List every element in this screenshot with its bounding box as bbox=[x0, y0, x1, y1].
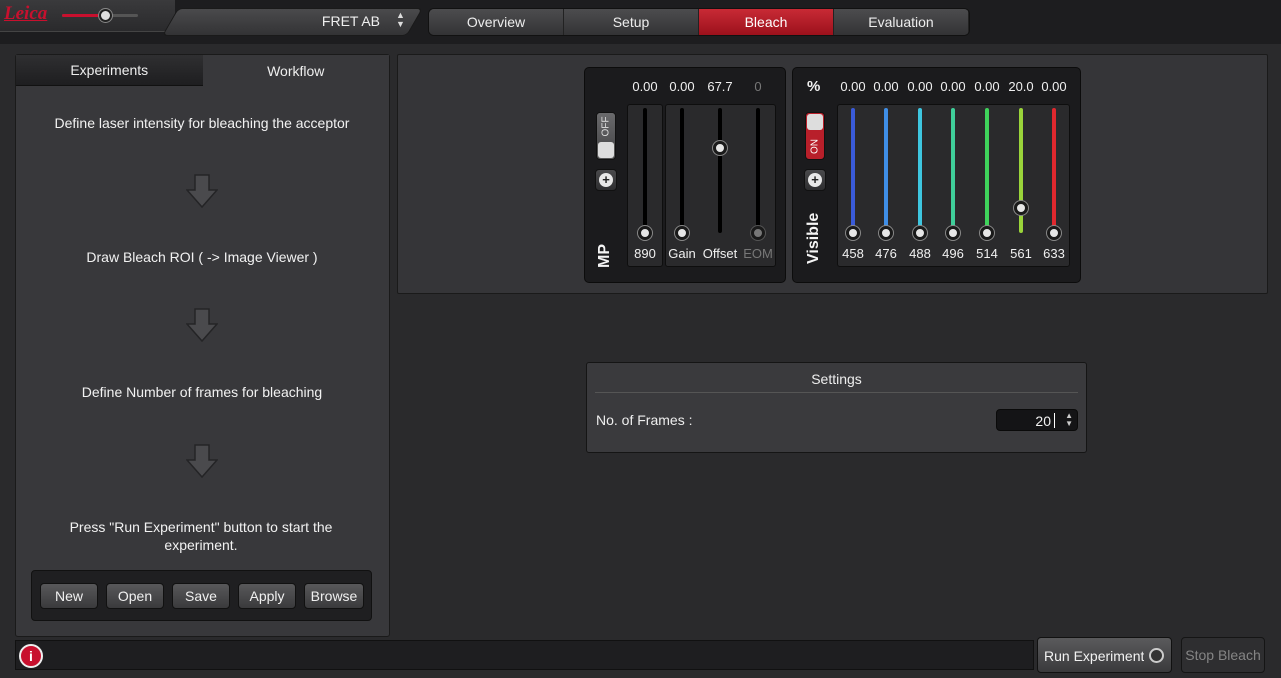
mp-eom-value: 0 bbox=[754, 79, 762, 94]
frames-value[interactable]: 20 bbox=[1035, 413, 1051, 429]
visible-power-toggle[interactable]: ON bbox=[805, 112, 825, 160]
mp-laser-box: OFF + MP 0.00 890 0.00 Gain 67.7 Offset 0 EOM bbox=[584, 67, 786, 283]
visible-toggle-label: ON bbox=[809, 139, 821, 154]
frames-stepper[interactable]: 20 ▲ ▼ bbox=[996, 409, 1078, 431]
plus-icon: + bbox=[808, 173, 822, 187]
status-led-icon bbox=[1149, 648, 1164, 663]
mp-890-slider[interactable] bbox=[643, 108, 647, 233]
stop-bleach-button[interactable]: Stop Bleach bbox=[1181, 637, 1265, 673]
visible-add-button[interactable]: + bbox=[804, 169, 826, 191]
left-panel: Experiments Workflow Define laser intens… bbox=[15, 54, 390, 637]
divider bbox=[595, 392, 1078, 393]
arrow-down-icon bbox=[186, 308, 218, 342]
workflow-step-4: Press "Run Experiment" button to start t… bbox=[69, 519, 333, 553]
frames-label: No. of Frames : bbox=[596, 412, 693, 428]
laser-514-slider-knob[interactable] bbox=[980, 226, 994, 240]
slider-knob[interactable] bbox=[99, 9, 112, 22]
step-bleach[interactable]: Bleach bbox=[699, 9, 834, 35]
mp-gain-slider[interactable] bbox=[680, 108, 684, 233]
workflow-step-3: Define Number of frames for bleaching bbox=[81, 384, 323, 400]
save-button[interactable]: Save bbox=[172, 583, 230, 609]
laser-633-label: 633 bbox=[1043, 246, 1065, 261]
logo-area: Leica bbox=[0, 0, 175, 32]
laser-514-slider[interactable] bbox=[985, 108, 989, 233]
info-icon[interactable]: i bbox=[19, 644, 43, 668]
laser-488-slider-knob[interactable] bbox=[913, 226, 927, 240]
select-spin-icon[interactable]: ▲ ▼ bbox=[396, 11, 405, 29]
run-experiment-label: Run Experiment bbox=[1044, 648, 1144, 664]
visible-panel-title: Visible bbox=[805, 212, 822, 264]
step-evaluation[interactable]: Evaluation bbox=[834, 9, 969, 35]
mp-eom-slider[interactable] bbox=[756, 108, 760, 233]
mp-panel-title: MP bbox=[596, 244, 613, 268]
workflow-step-2: Draw Bleach ROI ( -> Image Viewer ) bbox=[86, 249, 318, 265]
settings-panel: Settings No. of Frames : 20 ▲ ▼ bbox=[586, 362, 1087, 453]
step-overview[interactable]: Overview bbox=[429, 9, 564, 35]
laser-458-slider-knob[interactable] bbox=[846, 226, 860, 240]
stepper-arrows-icon[interactable]: ▲ ▼ bbox=[1065, 412, 1073, 428]
mp-power-toggle[interactable]: OFF bbox=[596, 112, 616, 160]
arrow-down-icon bbox=[186, 444, 218, 478]
laser-496-slider[interactable] bbox=[951, 108, 955, 233]
mp-eom-slider-knob[interactable] bbox=[751, 226, 765, 240]
mp-890-value: 0.00 bbox=[632, 79, 658, 94]
laser-561-slider-knob[interactable] bbox=[1014, 201, 1028, 215]
brightness-slider[interactable] bbox=[62, 9, 138, 22]
laser-control-panel: OFF + MP 0.00 890 0.00 Gain 67.7 Offset 0 EOM %… bbox=[397, 54, 1268, 294]
arrow-down-icon bbox=[186, 174, 218, 208]
mp-gain-slider-knob[interactable] bbox=[675, 226, 689, 240]
laser-488-slider[interactable] bbox=[918, 108, 922, 233]
configuration-select-value[interactable]: FRET AB bbox=[300, 13, 380, 29]
plus-icon: + bbox=[599, 173, 613, 187]
workflow-step-1: Define laser intensity for bleaching the… bbox=[54, 115, 350, 131]
workflow-steps: Overview Setup Bleach Evaluation bbox=[428, 8, 970, 36]
configuration-select-frame[interactable] bbox=[161, 8, 424, 36]
tab-workflow[interactable]: Workflow bbox=[202, 55, 389, 86]
mp-890-slider-knob[interactable] bbox=[638, 226, 652, 240]
mp-gain-value: 0.00 bbox=[669, 79, 695, 94]
percent-unit-label: % bbox=[807, 78, 821, 95]
mp-offset-value: 67.7 bbox=[707, 79, 733, 94]
laser-633-slider[interactable] bbox=[1052, 108, 1056, 233]
status-bar: i bbox=[15, 640, 1034, 670]
laser-496-slider-knob[interactable] bbox=[946, 226, 960, 240]
text-caret bbox=[1054, 413, 1055, 428]
browse-button[interactable]: Browse bbox=[304, 583, 364, 609]
mp-toggle-label: OFF bbox=[600, 116, 612, 137]
left-tabs: Experiments Workflow bbox=[16, 55, 389, 86]
apply-button[interactable]: Apply bbox=[238, 583, 296, 609]
mp-offset-slider[interactable] bbox=[718, 108, 722, 233]
leica-logo: Leica bbox=[4, 3, 48, 24]
laser-458-slider[interactable] bbox=[851, 108, 855, 233]
laser-633-slider-knob[interactable] bbox=[1047, 226, 1061, 240]
new-button[interactable]: New bbox=[40, 583, 98, 609]
laser-633-value: 0.00 bbox=[1041, 79, 1067, 94]
open-button[interactable]: Open bbox=[106, 583, 164, 609]
run-experiment-button[interactable]: Run Experiment bbox=[1037, 637, 1172, 673]
visible-laser-box: % ON + Visible 0.00 458 0.00 476 0.00 488 0.00… bbox=[792, 67, 1081, 283]
experiment-button-group: New Open Save Apply Browse bbox=[31, 570, 372, 621]
mp-eom-label: EOM bbox=[743, 246, 773, 261]
tab-experiments[interactable]: Experiments bbox=[16, 55, 203, 86]
step-setup[interactable]: Setup bbox=[564, 9, 699, 35]
top-bar: Leica FRET AB ▲ ▼ Overview Setup Bleach Eval… bbox=[0, 0, 1281, 44]
settings-title: Settings bbox=[811, 371, 862, 387]
laser-476-slider[interactable] bbox=[884, 108, 888, 233]
laser-476-slider-knob[interactable] bbox=[879, 226, 893, 240]
mp-add-button[interactable]: + bbox=[595, 169, 617, 191]
